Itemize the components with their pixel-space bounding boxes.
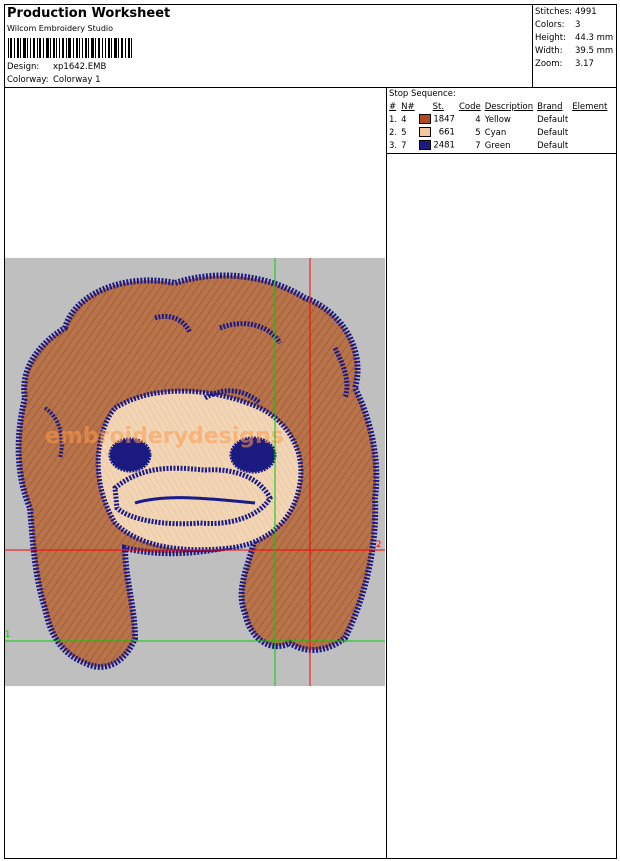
col-header-brand: Brand bbox=[537, 101, 563, 112]
stat-colors: Colors: 3 bbox=[535, 20, 581, 30]
stat-stitches: Stitches: 4991 bbox=[535, 7, 597, 17]
panel-divider bbox=[386, 87, 387, 859]
mouth-shape bbox=[112, 465, 273, 527]
stop-sequence-table: # N# St. Code Description Brand Element … bbox=[387, 100, 609, 152]
stop-table-divider bbox=[386, 153, 617, 154]
watermark: embroiderydesigns bbox=[45, 424, 284, 449]
table-row: 3. 7 2481 7 Green Default bbox=[389, 140, 569, 151]
design-preview: embroiderydesigns bbox=[5, 258, 385, 686]
col-header-st: St. bbox=[432, 101, 445, 112]
colorway-label: Colorway: bbox=[7, 75, 49, 85]
stat-width: Width: 39.5 mm bbox=[535, 46, 614, 56]
stats-divider bbox=[532, 4, 533, 87]
col-header-description: Description bbox=[484, 101, 534, 112]
table-row: 1. 4 1847 4 Yellow Default bbox=[389, 114, 569, 125]
stat-zoom: Zoom: 3.17 bbox=[535, 59, 594, 69]
col-header-num: # bbox=[389, 101, 397, 112]
stats-panel: Stitches: 4991 Colors: 3 Height: 44.3 mm Wi… bbox=[535, 6, 613, 71]
table-header-row: # N# St. Code Description Brand Element bbox=[387, 100, 609, 113]
stat-height: Height: 44.3 mm bbox=[535, 33, 614, 43]
color-swatch bbox=[418, 140, 431, 151]
col-header-code: Code bbox=[458, 101, 481, 112]
marker-red: 2 bbox=[376, 540, 382, 550]
colorway-value: Colorway 1 bbox=[53, 75, 101, 85]
table-row: 2. 5 661 5 Cyan Default bbox=[389, 127, 569, 138]
col-header-element: Element bbox=[572, 101, 608, 112]
color-swatch bbox=[418, 114, 431, 125]
barcode bbox=[8, 38, 132, 58]
col-header-n: N# bbox=[401, 101, 415, 112]
design-value: xp1642.EMB bbox=[53, 62, 107, 72]
header-divider bbox=[4, 87, 617, 88]
embroidery-image: embroiderydesigns bbox=[5, 258, 385, 686]
marker-green: 1 bbox=[5, 630, 11, 640]
design-label: Design: bbox=[7, 62, 40, 72]
worksheet-title: Production Worksheet bbox=[7, 6, 171, 21]
stop-sequence-title: Stop Sequence: bbox=[389, 89, 456, 99]
color-swatch bbox=[418, 127, 431, 138]
software-name: Wilcom Embroidery Studio bbox=[7, 24, 114, 33]
